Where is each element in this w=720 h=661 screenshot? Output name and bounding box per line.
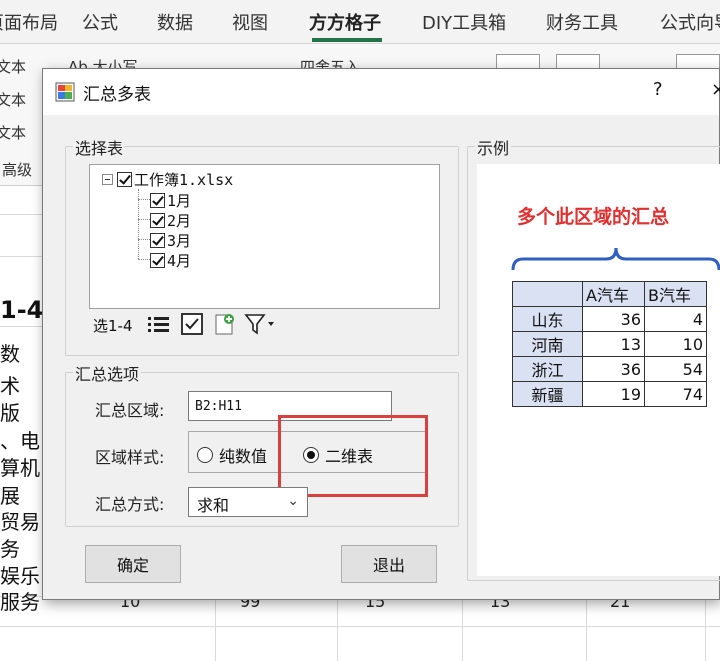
tree-root[interactable]: 工作簿1.xlsx	[102, 169, 233, 190]
row-label: 服务	[0, 590, 40, 614]
help-button[interactable]: ?	[653, 79, 663, 100]
tab-page-layout[interactable]: 页面布局	[0, 9, 58, 35]
style-label: 区域样式:	[95, 448, 165, 467]
row-label: 算机	[0, 456, 40, 480]
example-group-label: 示例	[475, 135, 512, 159]
checkbox-checked-icon[interactable]	[150, 233, 165, 248]
row-label: 版	[0, 401, 20, 425]
checkbox-checked-icon[interactable]	[150, 193, 165, 208]
app-icon	[55, 82, 75, 102]
example-caption: 多个此区域的汇总	[517, 206, 670, 228]
example-panel: 多个此区域的汇总 A汽车 B汽车 山东 36 4 河南 13 10 浙江 36	[477, 164, 720, 576]
select-range-label[interactable]: 选1-4	[93, 315, 133, 336]
example-cell: 74	[644, 381, 707, 407]
check-all-icon[interactable]	[180, 313, 204, 335]
tab-view[interactable]: 视图	[232, 9, 268, 35]
example-cell: 36	[582, 356, 645, 382]
example-cell: 13	[582, 331, 645, 357]
checkbox-checked-icon[interactable]	[150, 213, 165, 228]
checkbox-checked-icon[interactable]	[117, 172, 132, 187]
tree-item-label: 2月	[167, 212, 192, 230]
tree-item-label: 1月	[167, 192, 192, 210]
tab-formula-wizard[interactable]: 公式向导	[660, 9, 720, 35]
example-row-header: 浙江	[512, 356, 583, 382]
example-row-header: 山东	[512, 306, 583, 332]
tab-diy-toolbox[interactable]: DIY工具箱	[422, 9, 506, 35]
method-select[interactable]: 求和 ⌄	[188, 487, 308, 517]
list-icon[interactable]	[147, 313, 171, 335]
row-label: 务	[0, 537, 20, 561]
method-select-value: 求和	[197, 496, 230, 515]
tab-data[interactable]: 数据	[157, 9, 193, 35]
example-row-header: 河南	[512, 331, 583, 357]
radio-empty-icon[interactable]	[197, 447, 213, 463]
method-label: 汇总方式:	[95, 495, 165, 514]
radio-plain-values[interactable]: 纯数值	[197, 443, 267, 467]
tab-formulas[interactable]: 公式	[82, 9, 118, 35]
ribbon-text-dropdown-1[interactable]: 文本	[0, 56, 26, 77]
tree-item-label: 3月	[167, 232, 192, 250]
close-button[interactable]: ×	[711, 79, 720, 100]
row-label: 术	[0, 374, 20, 398]
range-label: 汇总区域:	[95, 401, 165, 420]
row-label: 、电	[0, 429, 40, 453]
tree-item-sheet[interactable]: 4月	[150, 250, 191, 271]
exit-button[interactable]: 退出	[341, 545, 437, 583]
tree-item-sheet[interactable]: 3月	[150, 230, 191, 251]
collapse-icon[interactable]	[102, 174, 113, 185]
example-cell: 54	[644, 356, 707, 382]
tab-finance-tools[interactable]: 财务工具	[546, 9, 618, 35]
ribbon-tab-bar: 页面布局 公式 数据 视图 方方格子 DIY工具箱 财务工具 公式向导	[0, 0, 720, 44]
tree-item-sheet[interactable]: 2月	[150, 210, 191, 231]
summary-dialog: 汇总多表 ? × 选择表 工作簿1.xlsx 1月 2月 3月 4月 选1-4 …	[42, 68, 720, 600]
ribbon-text-dropdown-3[interactable]: 文本	[0, 122, 26, 143]
row-label: 展	[0, 484, 20, 508]
example-col-header: B汽车	[644, 281, 707, 307]
row-label: 数	[0, 342, 20, 366]
tab-fangfanggezi[interactable]: 方方格子	[309, 9, 381, 35]
example-row-header: 新疆	[512, 381, 583, 407]
workbook-tree[interactable]: 工作簿1.xlsx 1月 2月 3月 4月	[89, 164, 440, 309]
ok-button[interactable]: 确定	[85, 545, 181, 583]
example-col-header: A汽车	[582, 281, 645, 307]
example-cell: 4	[644, 306, 707, 332]
row-label: 贸易	[0, 510, 40, 534]
checkbox-checked-icon[interactable]	[150, 253, 165, 268]
add-sheet-icon[interactable]	[213, 313, 237, 335]
tree-item-sheet[interactable]: 1月	[150, 190, 191, 211]
tree-root-label: 工作簿1.xlsx	[134, 171, 234, 189]
example-cell: 10	[644, 331, 707, 357]
dialog-titlebar[interactable]: 汇总多表 ? ×	[43, 69, 720, 115]
summary-options-group-label: 汇总选项	[73, 361, 142, 385]
select-table-group-label: 选择表	[73, 135, 126, 159]
tree-toolbar: 选1-4	[89, 309, 440, 339]
example-cell: 36	[582, 306, 645, 332]
radio-label: 纯数值	[219, 447, 268, 466]
row-label: 娱乐	[0, 564, 40, 588]
example-cell: 19	[582, 381, 645, 407]
example-table: A汽车 B汽车 山东 36 4 河南 13 10 浙江 36 54 新疆 19	[512, 281, 707, 407]
dialog-title: 汇总多表	[83, 85, 151, 105]
tree-item-label: 4月	[167, 252, 192, 270]
highlight-box	[278, 415, 428, 497]
chevron-down-icon: ⌄	[287, 493, 299, 509]
brace-icon	[511, 247, 720, 271]
active-tab-indicator	[312, 38, 382, 42]
ribbon-text-dropdown-2[interactable]: 文本	[0, 89, 26, 110]
ribbon-advanced[interactable]: 高级	[2, 159, 32, 180]
filter-dropdown-icon[interactable]	[244, 313, 278, 335]
